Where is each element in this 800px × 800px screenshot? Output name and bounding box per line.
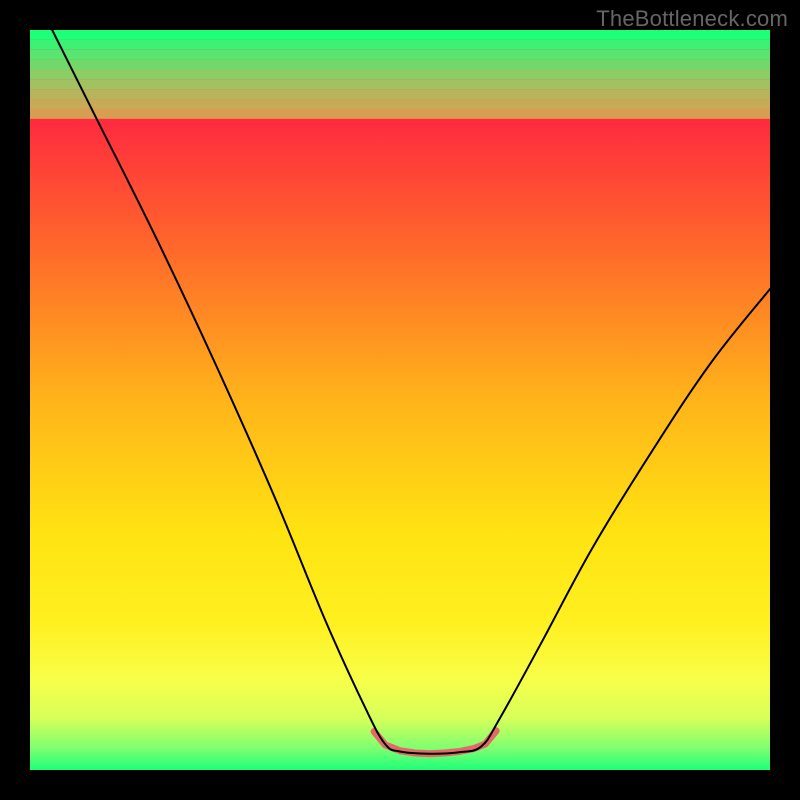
plot-area — [30, 30, 770, 770]
bottleneck-curve — [30, 30, 770, 770]
chart-frame: TheBottleneck.com — [0, 0, 800, 800]
watermark-text: TheBottleneck.com — [596, 6, 788, 32]
